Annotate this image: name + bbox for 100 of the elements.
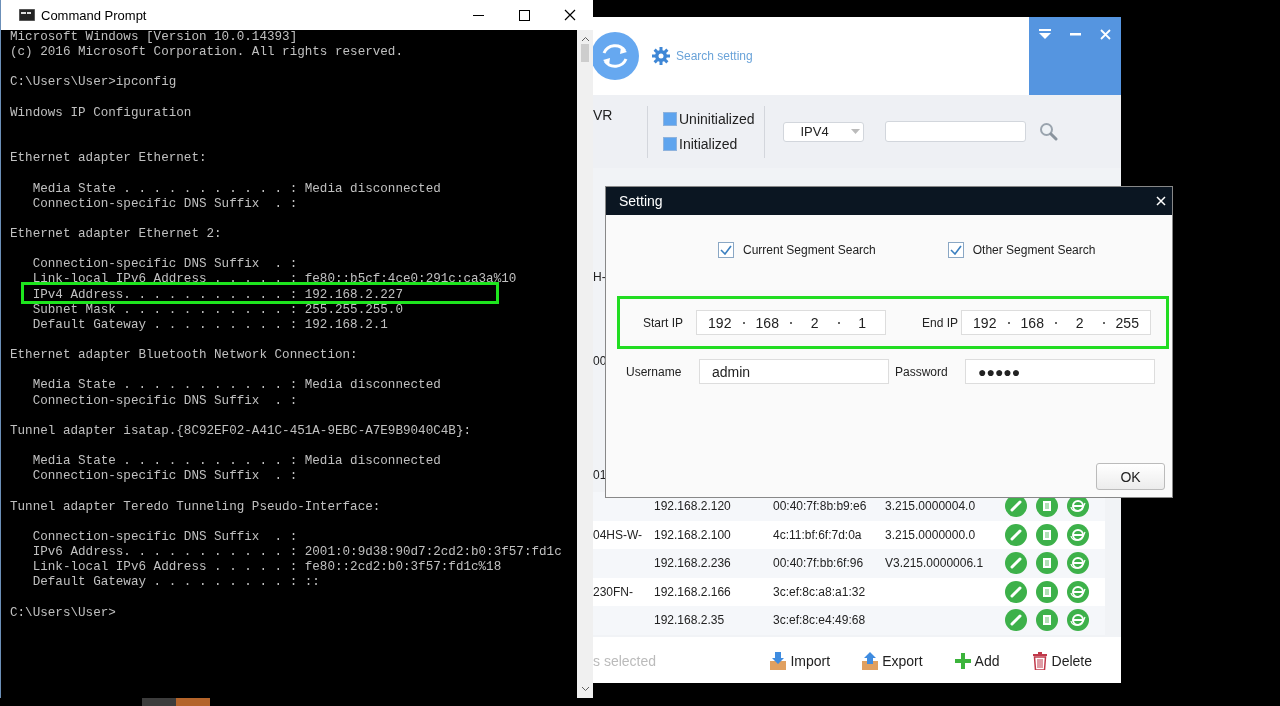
dropdown-icon[interactable] [1038,29,1051,39]
field-label: End IP [920,315,959,330]
window-title: Command Prompt [41,7,148,23]
minimize-icon [472,14,484,16]
browser-icon[interactable] [1067,523,1089,546]
console-line: Windows IP Configuration [10,105,192,121]
delete-button[interactable]: Delete [1028,649,1094,672]
table-row[interactable]: 04HS-W- 192.168.2.100 4c:11:bf:6f:7d:0a 3.215.0000000.0 [593,520,1105,549]
search-option-checkbox[interactable]: Current Segment Search [718,242,876,258]
console-line: Media State . . . . . . . . . . . : Media disconnected [31,181,441,197]
table-cell-text: 4c:11:bf:6f:7d:0a [773,527,863,542]
table-cell-text: 00:40:7f:bb:6f:96 [773,556,865,571]
console-line: Tunnel adapter Teredo Tunneling Pseudo-Interface: [10,499,381,515]
console-line: Tunnel adapter isatap.{8C92EF02-A41C-451A-9EBC-A7E9B9040C4B}: [10,423,471,440]
table-row[interactable]: 230FN- 192.168.2.166 3c:ef:8c:a8:a1:32 [593,577,1105,606]
close-icon[interactable] [1156,196,1166,206]
dialog-title: Setting [619,193,663,209]
browser-icon[interactable] [1067,552,1089,575]
table-cell-text: 192.168.2.166 [654,584,732,599]
console-line: Connection-specific DNS Suffix . : [31,196,298,212]
console-line: Link-local IPv6 Address . . . . . : fe80::2cd2:b0:3f57:fd1c%18 [31,560,502,576]
console-line: Link-local IPv6 Address . . . . . : fe80::b5cf:4ce0:291c:ca3a%10 [31,272,517,288]
import-button[interactable]: Import [767,649,833,672]
add-button[interactable]: Add [951,649,1002,672]
filter-checkbox[interactable]: Initialized [663,136,755,152]
caret-icon [850,129,860,134]
filter-checkbox[interactable]: Uninitialized [663,111,755,127]
search-icon[interactable] [1039,122,1059,141]
browser-icon[interactable] [1067,580,1089,603]
checkmark-icon [720,245,732,255]
console-line: Subnet Mask . . . . . . . . . . . : 255.255.255.0 [31,302,403,318]
console-line: Media State . . . . . . . . . . . : Media disconnected [31,454,441,470]
ok-button[interactable]: OK [1096,463,1165,490]
trash-icon [1030,651,1049,670]
end-ip-field[interactable]: 192 168 2 255 [961,310,1151,335]
table-cell-text: 00:40:7f:8b:b9:e6 [773,499,868,514]
scrollbar[interactable] [577,30,593,698]
username-field[interactable]: admin [699,359,889,384]
console-line: Connection-specific DNS Suffix . : [31,393,298,409]
password-field[interactable]: ●●●●● [965,359,1155,384]
table-cell-text: 192.168.2.120 [654,499,732,514]
table-cell-text: 230FN- [593,583,634,599]
pencil-icon[interactable] [1005,609,1027,632]
console-line: (c) 2016 Microsoft Corporation. All rights reserved. [10,45,403,61]
console-line: IPv4 Address. . . . . . . . . . . : 192.168.2.227 [10,287,403,303]
console-line: Ethernet adapter Ethernet: [10,151,207,167]
checkmark-icon [949,245,962,255]
maximize-icon [518,9,530,21]
console-line: Connection-specific DNS Suffix . : [31,469,298,485]
refresh-icon[interactable] [593,32,639,80]
document-icon[interactable] [1036,580,1058,603]
selection-status: s selected [593,652,658,669]
table-cell: H- [593,270,606,284]
gear-icon[interactable] [652,47,670,65]
search-option-checkbox[interactable]: Other Segment Search [947,242,1096,258]
table-cell-text: 192.168.2.236 [654,556,732,571]
table-cell-text: 3.215.0000000.0 [885,527,977,542]
table-row[interactable]: 192.168.2.35 3c:ef:8c:e4:49:68 [593,606,1105,635]
search-field[interactable] [885,121,1027,142]
console-icon [19,9,35,21]
console-line: IPv6 Address. . . . . . . . . . . : 2001:0:9d38:90d7:2cd2:b0:3f57:fd1c [31,545,562,561]
table-cell-text: 192.168.2.35 [654,613,726,628]
console-line: Default Gateway . . . . . . . . . : :: [31,575,320,591]
pencil-icon[interactable] [1005,580,1027,603]
scroll-up-icon[interactable] [580,36,590,42]
pencil-icon[interactable] [1005,523,1027,546]
start-ip-field[interactable]: 192 168 2 1 [696,310,886,335]
table-cell: 01 [593,468,607,482]
scroll-down-icon[interactable] [580,686,590,692]
plus-icon [953,651,972,670]
export-icon [861,651,880,670]
table-cell-text: 3c:ef:8c:a8:a1:32 [773,584,867,599]
table-cell-text: 3.215.0000004.0 [885,499,977,514]
document-icon[interactable] [1036,552,1058,575]
console-line: Ethernet adapter Ethernet 2: [10,226,222,243]
document-icon[interactable] [1036,609,1058,632]
table-cell-text: 04HS-W- [593,526,644,542]
console-line: Media State . . . . . . . . . . . : Media disconnected [31,378,441,394]
table-cell-text: V3.215.0000006.1 [885,556,985,571]
import-icon [769,651,788,670]
console-line: Ethernet adapter Bluetooth Network Connection: [10,348,358,364]
table-cell-text: 192.168.2.100 [654,527,732,542]
field-label: Start IP [642,315,684,330]
console-line: Default Gateway . . . . . . . . . : 192.168.2.1 [31,317,388,334]
table-row[interactable]: 192.168.2.236 00:40:7f:bb:6f:96 V3.215.0000006.1 [593,549,1105,578]
field-label: Password [894,364,949,379]
table-cell-text: 3c:ef:8c:e4:49:68 [773,613,867,628]
export-button[interactable]: Export [859,649,925,672]
field-label: Username [626,364,683,379]
console-line: C:\Users\User> [10,605,116,621]
pencil-icon[interactable] [1005,552,1027,575]
console-line: Microsoft Windows [Version 10.0.14393] [10,30,298,46]
console-line: C:\Users\User>ipconfig [10,75,177,91]
device-type-label: VR [593,107,614,123]
protocol-dropdown[interactable]: IPV4 [783,121,865,142]
document-icon[interactable] [1036,523,1058,546]
browser-icon[interactable] [1067,609,1089,632]
console-line: Connection-specific DNS Suffix . : [31,257,298,273]
scroll-thumb[interactable] [581,44,589,62]
console-line: Connection-specific DNS Suffix . : [31,529,298,546]
